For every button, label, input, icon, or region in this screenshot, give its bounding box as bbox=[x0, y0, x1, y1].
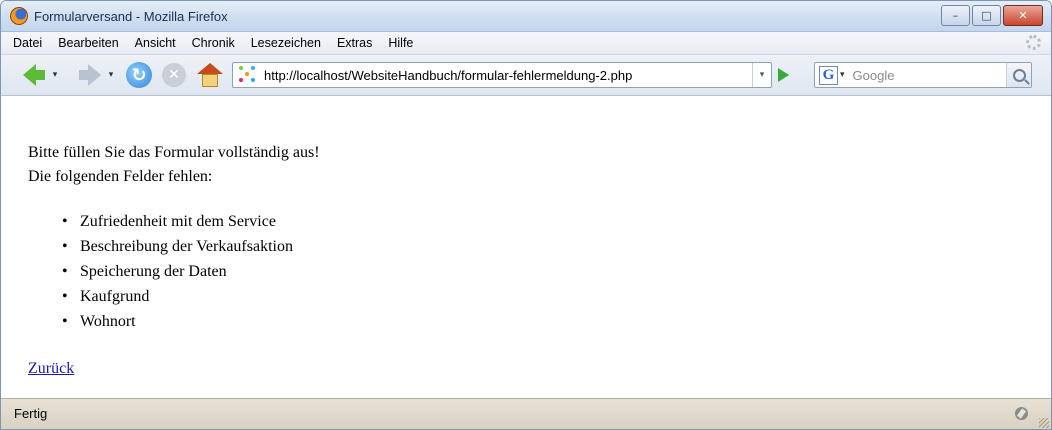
address-bar[interactable]: http://localhost/WebsiteHandbuch/formula… bbox=[232, 62, 772, 88]
status-text: Fertig bbox=[14, 406, 48, 421]
menu-bearbeiten[interactable]: Bearbeiten bbox=[51, 36, 125, 50]
stop-button[interactable]: ✕ bbox=[162, 63, 186, 87]
search-button[interactable] bbox=[1006, 63, 1031, 87]
forward-history-dropdown[interactable]: ▾ bbox=[104, 70, 118, 80]
search-engine-dropdown[interactable]: ▾ bbox=[840, 70, 845, 80]
reload-icon: ↻ bbox=[131, 64, 147, 86]
window-title: Formularversand - Mozilla Firefox bbox=[34, 8, 228, 24]
menu-chronik[interactable]: Chronik bbox=[185, 36, 242, 50]
search-bar[interactable]: G ▾ Google bbox=[814, 62, 1032, 88]
go-icon[interactable] bbox=[778, 68, 789, 82]
chevron-down-icon: ▾ bbox=[759, 70, 765, 80]
navigation-toolbar: ▾ ▾ ↻ ✕ http://localhost/WebsiteHandbuch… bbox=[1, 55, 1051, 96]
window-controls: – □ ✕ bbox=[941, 5, 1043, 26]
back-link[interactable]: Zurück bbox=[28, 360, 74, 378]
throbber-icon bbox=[1026, 35, 1041, 50]
title-bar: Formularversand - Mozilla Firefox – □ ✕ bbox=[1, 1, 1051, 32]
stop-icon: ✕ bbox=[168, 67, 180, 83]
back-history-dropdown[interactable]: ▾ bbox=[48, 70, 62, 80]
menu-hilfe[interactable]: Hilfe bbox=[381, 36, 420, 50]
google-icon[interactable]: G bbox=[819, 65, 838, 85]
status-icon bbox=[1015, 407, 1028, 420]
reload-button[interactable]: ↻ bbox=[126, 62, 152, 88]
close-button[interactable]: ✕ bbox=[1003, 5, 1043, 26]
list-item: Wohnort bbox=[62, 312, 293, 337]
list-item: Beschreibung der Verkaufsaktion bbox=[62, 237, 293, 262]
list-item: Speicherung der Daten bbox=[62, 262, 293, 287]
search-input[interactable]: Google bbox=[853, 68, 1006, 83]
error-intro: Bitte füllen Sie das Formular vollständi… bbox=[28, 144, 320, 161]
site-icon bbox=[239, 66, 257, 84]
address-dropdown-button[interactable]: ▾ bbox=[752, 63, 771, 87]
back-button[interactable] bbox=[20, 61, 48, 89]
search-icon bbox=[1012, 68, 1026, 82]
forward-button[interactable] bbox=[76, 61, 104, 89]
page-content: Bitte füllen Sie das Formular vollständi… bbox=[1, 123, 1051, 398]
menu-lesezeichen[interactable]: Lesezeichen bbox=[244, 36, 328, 50]
list-item: Kaufgrund bbox=[62, 287, 293, 312]
menu-ansicht[interactable]: Ansicht bbox=[128, 36, 183, 50]
menu-extras[interactable]: Extras bbox=[330, 36, 379, 50]
missing-fields-list: Zufriedenheit mit dem Service Beschreibu… bbox=[62, 212, 293, 337]
home-button[interactable] bbox=[197, 62, 223, 88]
menu-datei[interactable]: Datei bbox=[6, 36, 49, 50]
list-item: Zufriedenheit mit dem Service bbox=[62, 212, 293, 237]
home-icon bbox=[197, 63, 223, 74]
firefox-logo-icon bbox=[10, 7, 28, 25]
minimize-button[interactable]: – bbox=[941, 5, 970, 26]
browser-window: Formularversand - Mozilla Firefox – □ ✕ … bbox=[0, 0, 1052, 430]
forward-icon bbox=[88, 64, 101, 86]
back-icon bbox=[23, 64, 36, 86]
address-input[interactable]: http://localhost/WebsiteHandbuch/formula… bbox=[264, 68, 752, 83]
resize-grip[interactable] bbox=[1039, 418, 1049, 428]
status-bar: Fertig bbox=[1, 398, 1051, 429]
missing-fields-heading: Die folgenden Felder fehlen: bbox=[28, 168, 213, 185]
menu-bar: Datei Bearbeiten Ansicht Chronik Lesezei… bbox=[1, 32, 1051, 55]
maximize-button[interactable]: □ bbox=[972, 5, 1001, 26]
